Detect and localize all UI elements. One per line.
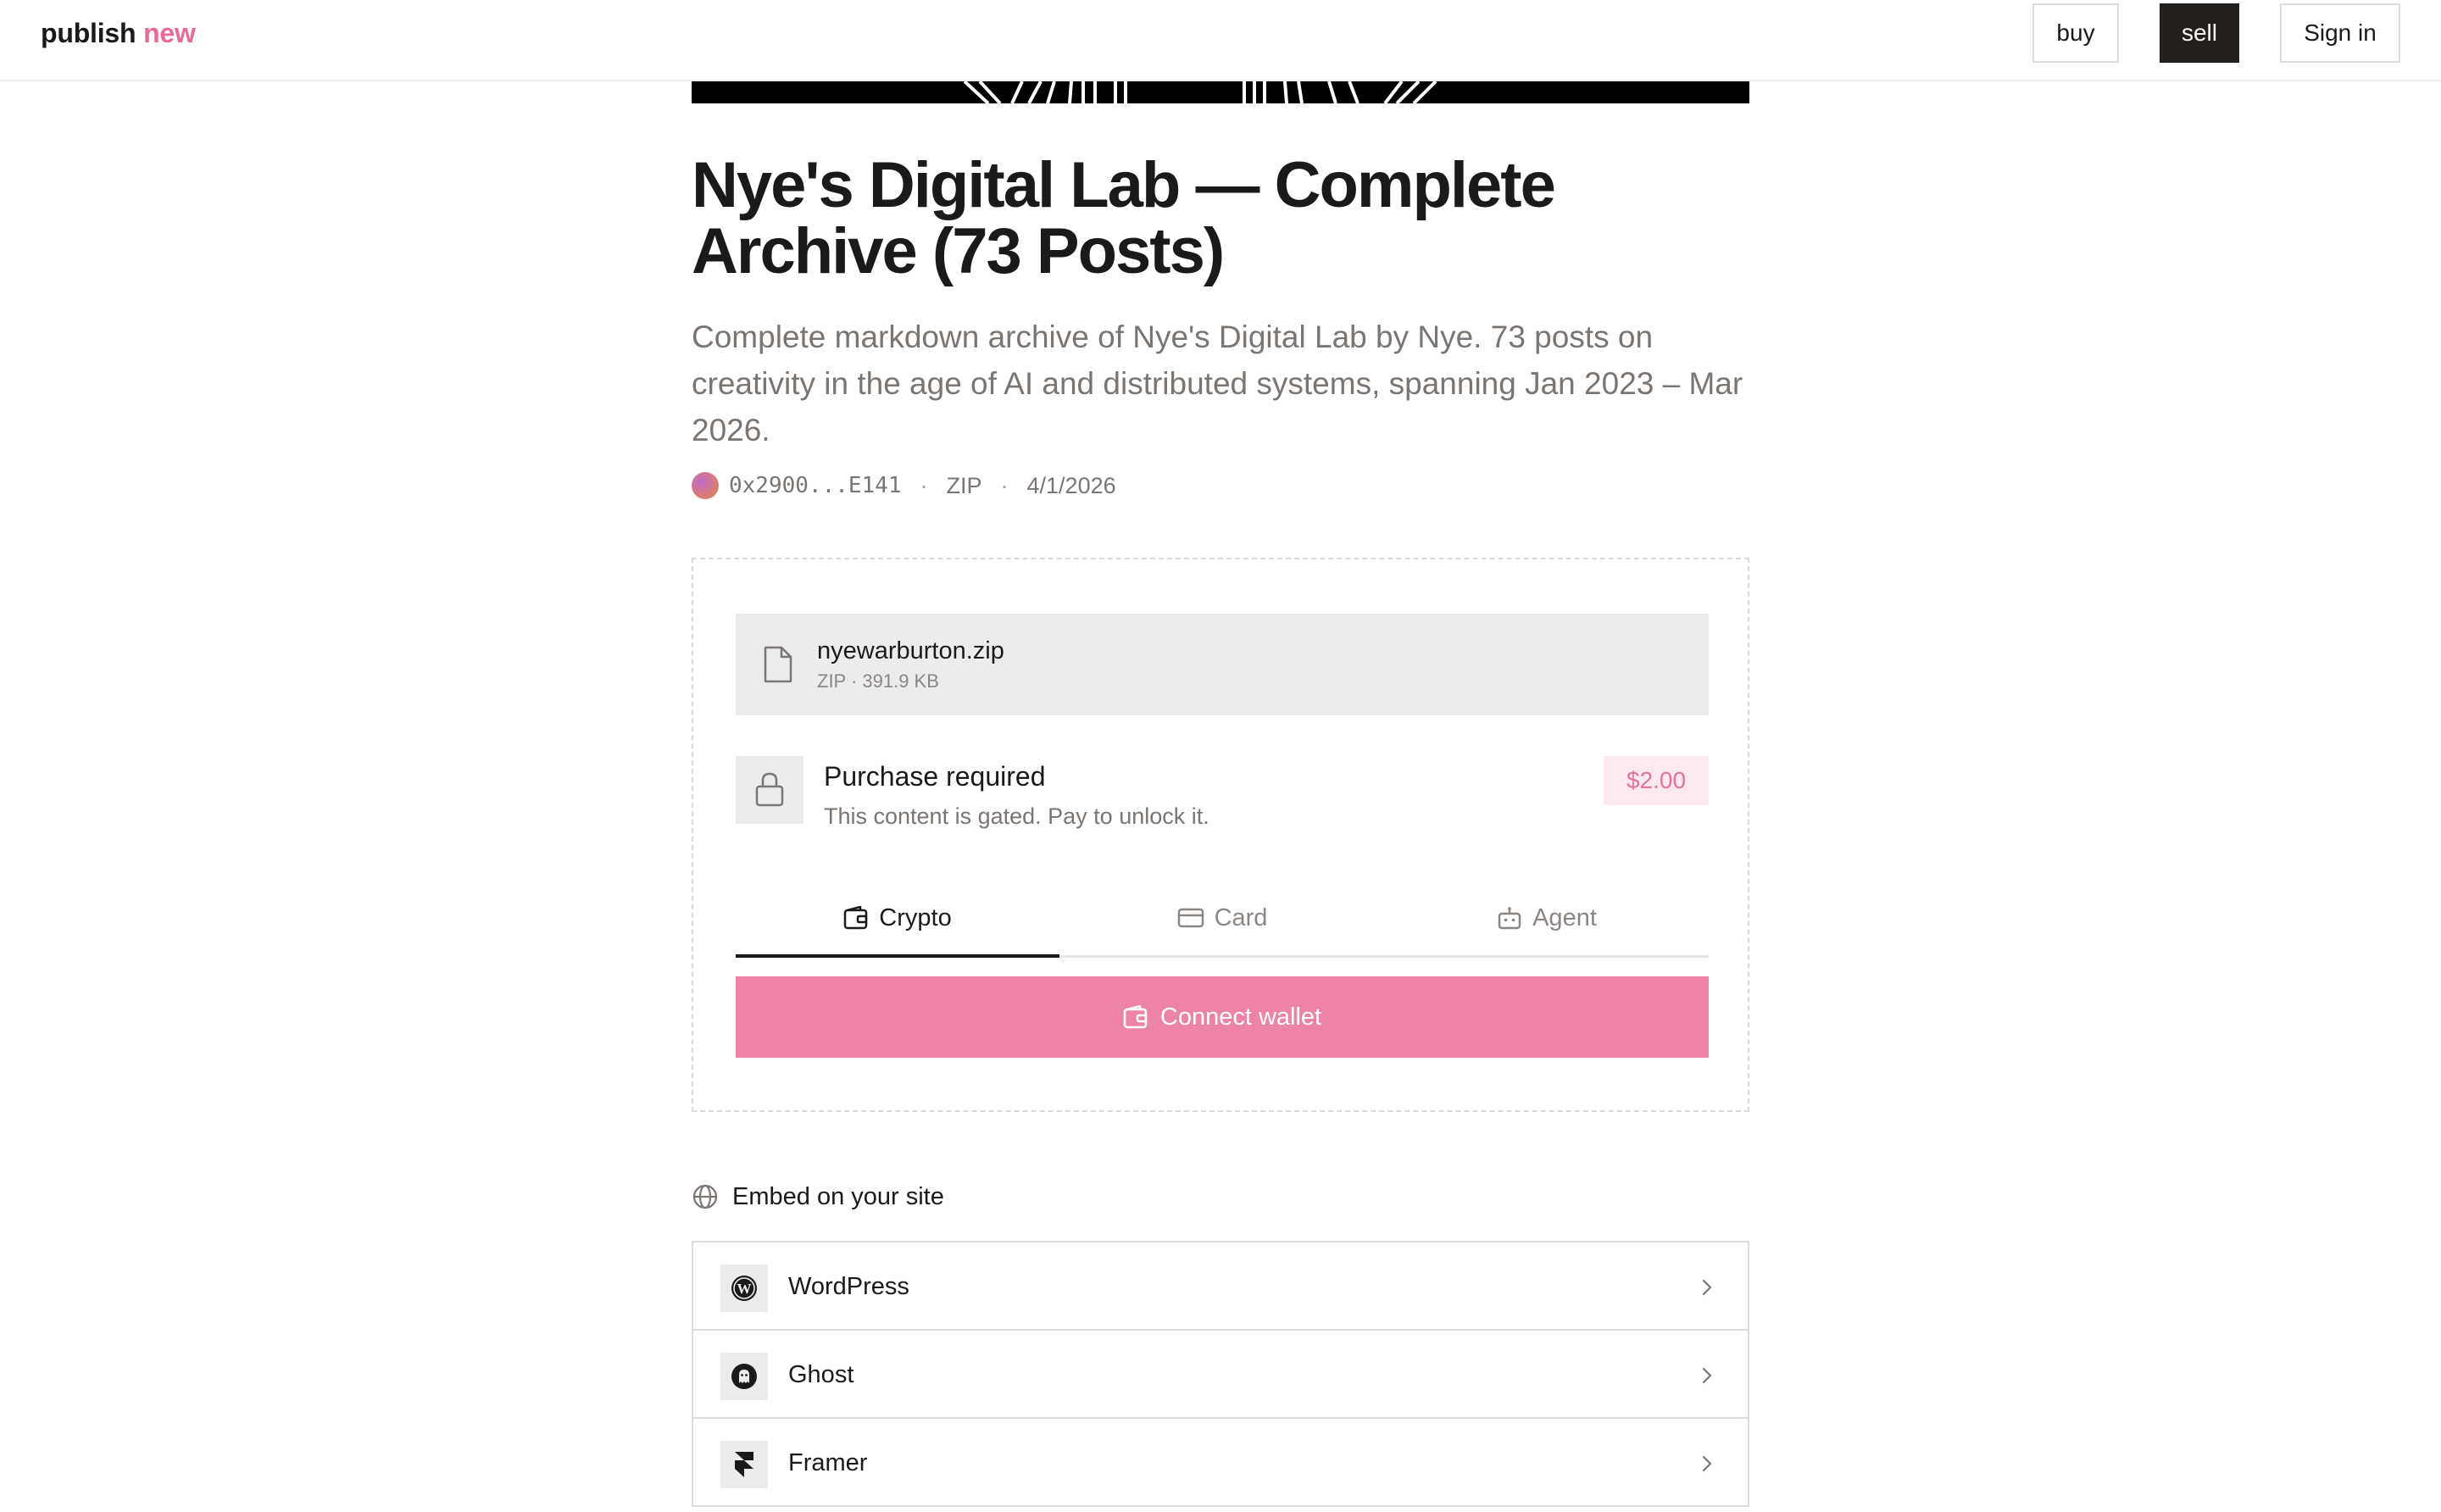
author-avatar[interactable] — [692, 472, 719, 499]
lock-icon — [755, 772, 784, 807]
cover-art — [963, 81, 1437, 103]
globe-icon — [692, 1184, 718, 1209]
brand-logo[interactable]: publish new — [41, 15, 196, 51]
svg-text:W: W — [737, 1281, 752, 1297]
tab-agent-label: Agent — [1532, 903, 1597, 931]
embed-item-ghost[interactable]: Ghost — [692, 1329, 1749, 1419]
meta-separator: · — [920, 472, 928, 498]
author-address[interactable]: 0x2900...E141 — [729, 473, 902, 498]
sign-in-button[interactable]: Sign in — [2280, 3, 2400, 63]
embed-heading: Embed on your site — [692, 1180, 944, 1214]
chevron-right-icon — [1702, 1367, 1712, 1384]
brand-name: publish — [41, 18, 136, 48]
purchase-heading: Purchase required — [824, 761, 1046, 792]
connect-wallet-label: Connect wallet — [1159, 1003, 1322, 1031]
embed-item-label: Ghost — [788, 1361, 854, 1388]
embed-item-label: Framer — [788, 1449, 868, 1476]
embed-heading-label: Embed on your site — [732, 1182, 944, 1210]
brand-accent: new — [143, 18, 196, 48]
connect-wallet-button[interactable]: Connect wallet — [736, 976, 1709, 1058]
publish-date: 4/1/2026 — [1026, 472, 1116, 498]
product-description: Complete markdown archive of Nye's Digit… — [692, 320, 1743, 447]
framer-logo-icon — [720, 1441, 768, 1488]
lock-icon-box — [736, 756, 803, 824]
active-tab-indicator — [736, 954, 1059, 958]
embed-item-wordpress[interactable]: W WordPress — [692, 1241, 1749, 1331]
embed-item-framer[interactable]: Framer — [692, 1417, 1749, 1507]
price-badge: $2.00 — [1604, 756, 1709, 805]
file-card: nyewarburton.zip ZIP · 391.9 KB — [736, 614, 1709, 715]
cover-image — [692, 81, 1749, 103]
payment-tabs: Crypto Card Agent — [736, 878, 1709, 958]
tab-agent[interactable]: Agent — [1385, 878, 1709, 958]
purchase-note: This content is gated. Pay to unlock it. — [824, 803, 1209, 829]
page-title: Nye's Digital Lab — Complete Archive (73… — [692, 149, 1556, 287]
credit-card-icon — [1177, 908, 1204, 928]
wordpress-logo-icon: W — [720, 1265, 768, 1312]
file-name: nyewarburton.zip — [817, 637, 1004, 664]
tab-card[interactable]: Card — [1060, 878, 1384, 958]
tab-crypto-label: Crypto — [879, 903, 952, 931]
meta-separator: · — [1000, 472, 1009, 498]
chevron-right-icon — [1702, 1455, 1712, 1472]
sell-button[interactable]: sell — [2160, 3, 2239, 63]
file-meta: ZIP · 391.9 KB — [817, 670, 939, 692]
purchase-panel: nyewarburton.zip ZIP · 391.9 KB Purchase… — [692, 558, 1749, 1112]
chevron-right-icon — [1702, 1279, 1712, 1296]
file-format: ZIP — [946, 472, 982, 498]
wallet-icon — [1123, 1005, 1148, 1029]
embed-item-label: WordPress — [788, 1273, 909, 1300]
embed-platform-list: W WordPress Ghost Framer — [692, 1241, 1749, 1507]
file-icon — [764, 646, 792, 683]
robot-icon — [1498, 907, 1521, 930]
buy-button[interactable]: buy — [2032, 3, 2119, 63]
top-bar: publish new buy sell Sign in — [0, 0, 2441, 81]
tab-crypto[interactable]: Crypto — [736, 878, 1059, 958]
wallet-icon — [844, 906, 868, 930]
product-meta: 0x2900...E141 · ZIP · 4/1/2026 — [692, 471, 1116, 500]
ghost-logo-icon — [720, 1353, 768, 1400]
tab-card-label: Card — [1214, 903, 1268, 931]
